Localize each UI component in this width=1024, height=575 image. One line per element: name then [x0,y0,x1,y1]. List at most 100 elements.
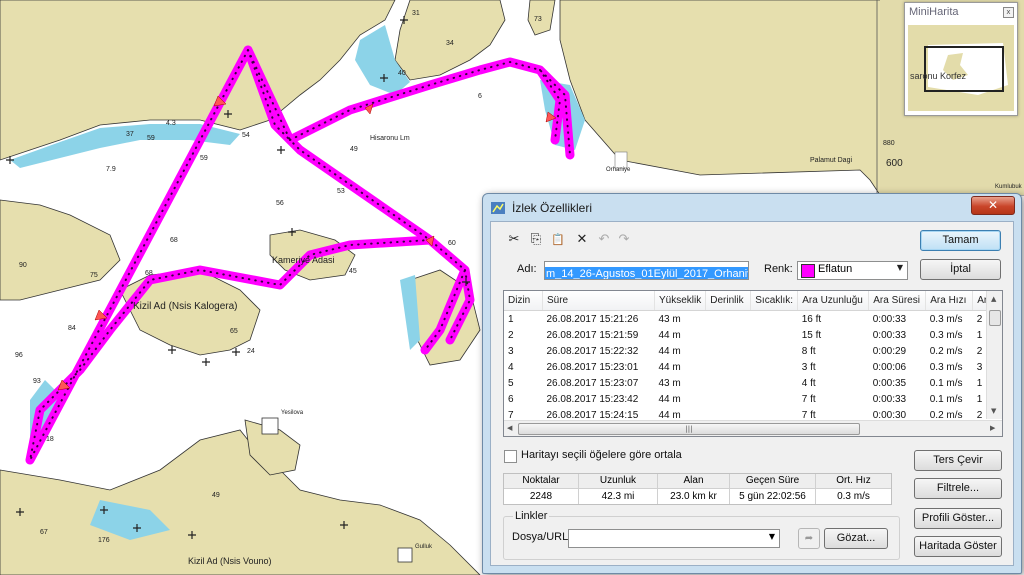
stats-header: Ort. Hız [816,474,891,489]
table-cell [706,343,751,359]
column-header[interactable]: Dizin [504,291,543,311]
browse-button[interactable]: Gözat... [824,528,888,549]
depth-sounding: 54 [242,132,250,139]
table-cell [751,359,798,375]
stats-value: 5 gün 22:02:56 [739,491,806,502]
minimap-panel[interactable]: MiniHarita x saronu Korfez [904,2,1018,116]
column-header[interactable]: Ara Süresi [868,291,927,311]
cut-icon[interactable]: ✂ [505,232,523,248]
dialog-titlebar[interactable]: İzlek Özellikleri ✕ [483,194,1021,222]
depth-sounding: 68 [170,237,178,244]
table-cell: 0.3 m/s [929,361,963,373]
copy-icon[interactable]: ⎘ [527,232,545,248]
open-link-icon[interactable]: ➦ [798,528,820,549]
place-label-kizil-vouno: Kizil Ad (Nsis Vouno) [188,556,272,566]
cancel-button[interactable]: İptal [920,259,1001,280]
links-group-label: Linkler [513,510,550,522]
column-header[interactable]: Yükseklik [654,291,707,311]
table-horizontal-scrollbar[interactable]: ◀ ||| ▶ [504,420,1002,436]
depth-sounding: 65 [230,328,238,335]
table-row[interactable]: 4 26.08.2017 15:23:01 44 m 3 ft 0:00:06 0.3 m… [504,359,992,375]
dialog-close-button[interactable]: ✕ [971,196,1015,215]
color-select[interactable]: Eflatun ▼ [797,261,908,280]
scroll-right-icon[interactable]: ▶ [990,424,995,432]
table-cell: 44 m [658,361,681,373]
table-cell: 0.1 m/s [929,393,963,405]
minimap-close-icon[interactable]: x [1003,7,1014,18]
table-cell: 2 [508,329,514,341]
depth-sounding: 96 [15,352,23,359]
table-row[interactable]: 1 26.08.2017 15:21:26 43 m 16 ft 0:00:33 0.3 … [504,311,992,328]
track-name-input[interactable]: m_14_26-Agustos_01Eylül_2017_Orhaniye [544,261,749,280]
table-cell: 26.08.2017 15:23:01 [546,361,639,373]
ok-button[interactable]: Tamam [920,230,1001,251]
table-cell: 26.08.2017 15:21:26 [546,313,639,325]
table-vertical-scrollbar[interactable]: ▲ ▼ [986,291,1002,419]
scroll-thumb[interactable] [989,310,1001,326]
depth-sounding: 7.9 [106,166,116,173]
scroll-down-icon[interactable]: ▼ [991,407,996,415]
table-cell: 0:00:06 [872,361,907,373]
place-label-yesilova: Yesilova [281,410,304,416]
depth-sounding: 880 [883,140,895,147]
track-name-value: m_14_26-Agustos_01Eylül_2017_Orhaniye [545,267,748,279]
scroll-thumb[interactable]: ||| [518,423,860,435]
stats-header: Uzunluk [579,474,657,489]
column-header[interactable]: Ara Hızı [925,291,974,311]
paste-icon[interactable]: 📋 [549,232,567,248]
table-cell: 4 ft [801,377,816,389]
table-row[interactable]: 5 26.08.2017 15:23:07 43 m 4 ft 0:00:35 0.1 m… [504,375,992,391]
track-app-icon [491,202,505,214]
table-row[interactable]: 2 26.08.2017 15:21:59 44 m 15 ft 0:00:33 0.3 … [504,327,992,343]
table-cell: 5 [508,377,514,389]
depth-sounding: 34 [446,40,454,47]
depth-sounding: 18 [46,436,54,443]
table-cell [751,375,798,391]
reverse-button[interactable]: Ters Çevir [914,450,1002,471]
place-label-kumlubuk: Kumlubuk [995,184,1022,190]
table-cell: 44 m [658,329,681,341]
table-cell: 26.08.2017 15:23:07 [546,377,639,389]
table-cell: 44 m [658,393,681,405]
depth-sounding: 176 [98,537,110,544]
table-cell [706,311,751,328]
center-on-selection-checkbox[interactable] [504,450,517,463]
depth-sounding: 37 [126,131,134,138]
column-header[interactable]: Sıcaklık: [750,291,799,311]
column-header[interactable]: Derinlik [705,291,752,311]
depth-sounding: 60 [448,240,456,247]
column-header[interactable]: Süre [542,291,655,311]
delete-icon[interactable]: ✕ [573,232,591,248]
depth-sounding: 31 [412,10,420,17]
table-cell: 26.08.2017 15:21:59 [546,329,639,341]
show-on-map-button[interactable]: Haritada Göster [914,536,1002,557]
place-label-hisaronu: Hisaronu Lm [370,135,410,142]
track-stats-table: Noktalar 2248 Uzunluk 42.3 mi Alan 23.0 … [503,473,892,505]
scroll-left-icon[interactable]: ◀ [507,424,512,432]
trackpoint-table[interactable]: Dizin Süre Yükseklik Derinlik Sıcaklık: … [503,290,1003,437]
table-cell: 43 m [658,377,681,389]
depth-sounding: 6 [478,93,482,100]
depth-sounding: 49 [350,146,358,153]
track-properties-dialog[interactable]: İzlek Özellikleri ✕ ✂ ⎘ 📋 ✕ ↶ ↷ Adı: m_1… [482,193,1022,574]
table-row[interactable]: 6 26.08.2017 15:23:42 44 m 7 ft 0:00:33 0.1 m… [504,391,992,407]
dialog-title: İzlek Özellikleri [512,201,593,215]
place-label-kameriye: Kameriye Adasi [272,255,335,265]
table-cell: 0.3 m/s [929,313,963,325]
chevron-down-icon: ▼ [896,263,903,272]
stats-header: Noktalar [504,474,578,489]
file-url-label: Dosya/URL: [512,531,572,543]
depth-sounding: 84 [68,325,76,332]
table-cell: 0:00:29 [872,345,907,357]
table-row[interactable]: 3 26.08.2017 15:22:32 44 m 8 ft 0:00:29 0.2 m… [504,343,992,359]
undo-icon[interactable]: ↶ [595,232,613,248]
color-swatch [801,264,815,278]
minimap-map[interactable]: saronu Korfez [908,25,1014,111]
show-profile-button[interactable]: Profili Göster... [914,508,1002,529]
column-header[interactable]: Ara Uzunluğu [797,291,870,311]
redo-icon[interactable]: ↷ [615,232,633,248]
file-url-select[interactable]: ▼ [568,529,780,548]
scroll-up-icon[interactable]: ▲ [991,295,996,303]
filter-button[interactable]: Filtrele... [914,478,1002,499]
table-cell [706,359,751,375]
